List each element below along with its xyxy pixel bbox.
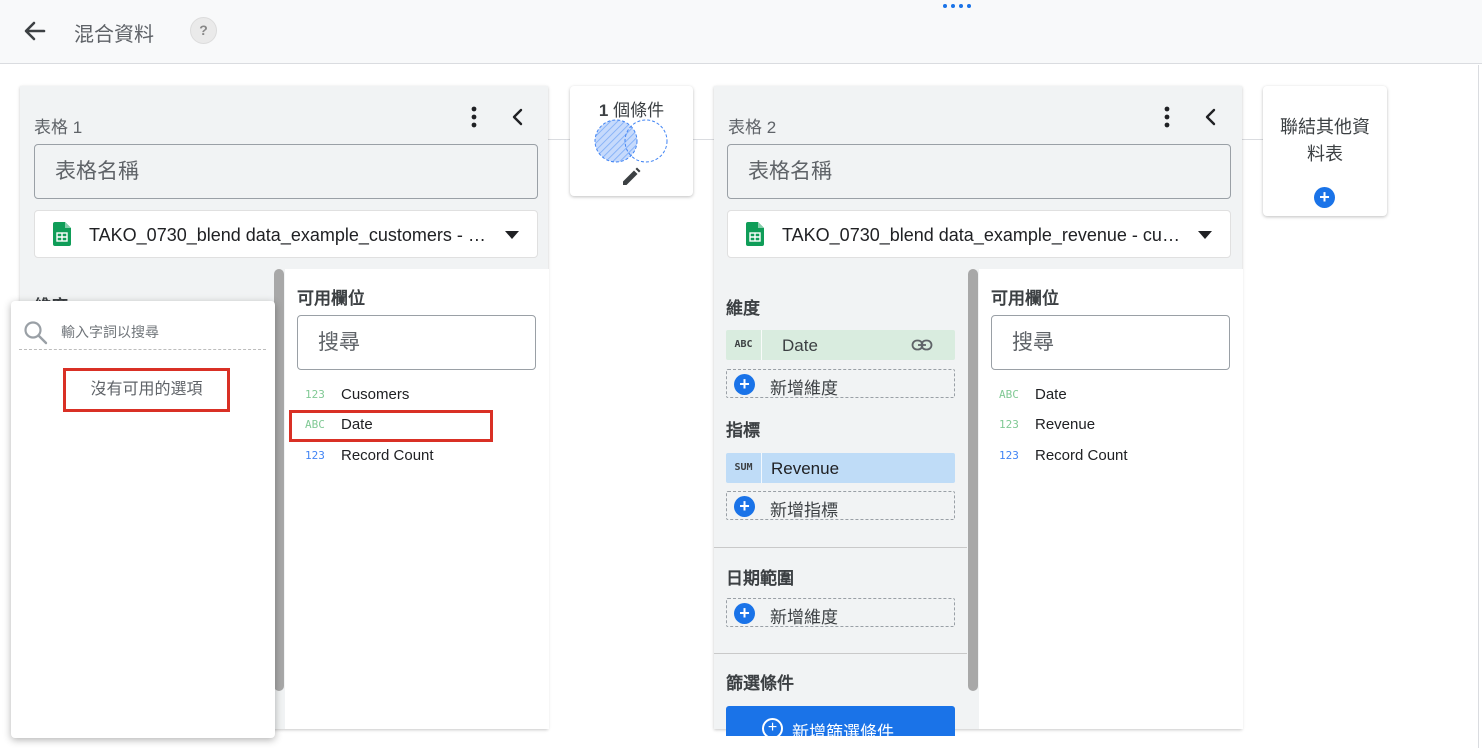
- more-vert-icon[interactable]: [1157, 104, 1177, 130]
- collapse-chevron-icon[interactable]: [508, 104, 528, 130]
- add-metric-button[interactable]: + 新增指標: [726, 491, 955, 520]
- text-type-icon: ABC: [999, 388, 1019, 401]
- help-icon[interactable]: ?: [190, 17, 217, 44]
- google-sheets-icon: [746, 222, 764, 246]
- join-condition-card[interactable]: 1 個條件: [570, 86, 693, 196]
- more-vert-icon[interactable]: [464, 104, 484, 130]
- table-2-panel: 表格 2 TAKO_0730_blend data_example_revenu…: [714, 86, 1243, 736]
- field-item-record-count[interactable]: 123 Record Count: [297, 442, 537, 470]
- number-type-icon: 123: [999, 449, 1019, 462]
- filters-title: 篩選條件: [726, 674, 794, 693]
- link-icon: [911, 337, 933, 353]
- table-1-label: 表格 1: [34, 118, 83, 137]
- connector-line: [1242, 139, 1263, 140]
- add-circle-outline-icon: +: [762, 718, 783, 736]
- add-circle-icon: +: [734, 496, 755, 517]
- number-type-icon: 123: [305, 449, 325, 462]
- scrollbar-thumb[interactable]: [968, 269, 978, 691]
- back-arrow-icon[interactable]: [20, 16, 50, 46]
- add-date-dimension-button[interactable]: + 新增維度: [726, 598, 955, 627]
- chip-label: Date: [782, 336, 818, 355]
- available-fields-title: 可用欄位: [991, 289, 1059, 308]
- canvas-border: [1478, 65, 1479, 748]
- field-name: Date: [1035, 386, 1067, 403]
- field-name: Cusomers: [341, 386, 410, 403]
- table-name-input[interactable]: [727, 144, 1231, 199]
- field-name: Revenue: [1035, 416, 1096, 433]
- field-item-revenue[interactable]: 123 Revenue: [991, 411, 1231, 439]
- data-source-name: TAKO_0730_blend data_example_revenue - c…: [782, 225, 1187, 245]
- text-type-icon: ABC: [305, 418, 325, 431]
- table-2-config-column: 維度 ABC Date + 新增維度 指標 SUM Revenue + 新增指標…: [714, 269, 967, 736]
- chip-label: Revenue: [771, 459, 840, 478]
- page-title: 混合資料: [74, 24, 154, 46]
- metric-chip-revenue[interactable]: SUM Revenue: [726, 453, 955, 483]
- connector-line: [693, 139, 714, 140]
- field-item-cusomers[interactable]: 123 Cusomers: [297, 381, 537, 409]
- table-2-available-fields: 可用欄位 ABC Date 123 Revenue 123 Record Cou…: [979, 269, 1243, 729]
- field-name: Record Count: [341, 447, 434, 464]
- join-another-table-label: 聯結其他資料表: [1280, 117, 1370, 164]
- collapse-chevron-icon[interactable]: [1201, 104, 1221, 130]
- field-item-date[interactable]: ABC Date: [297, 411, 537, 439]
- data-source-name: TAKO_0730_blend data_example_customers -…: [89, 225, 494, 245]
- table-2-label: 表格 2: [728, 118, 777, 137]
- search-icon: [23, 320, 49, 346]
- dropdown-arrow-icon: [505, 231, 519, 239]
- fields-search-input[interactable]: [991, 315, 1230, 370]
- add-date-dimension-label: 新增維度: [770, 608, 838, 627]
- sum-aggregation-icon: SUM: [726, 453, 762, 483]
- field-name: Date: [341, 416, 373, 433]
- connector-line: [548, 139, 570, 140]
- add-dimension-label: 新增維度: [770, 379, 838, 398]
- field-item-record-count[interactable]: 123 Record Count: [991, 442, 1231, 470]
- number-type-icon: 123: [305, 388, 325, 401]
- dimension-picker-dropdown: 沒有可用的選項: [11, 301, 275, 738]
- add-filter-button[interactable]: + 新增篩選條件: [726, 706, 955, 736]
- venn-diagram-icon: [592, 118, 670, 166]
- available-fields-title: 可用欄位: [297, 289, 365, 308]
- google-sheets-icon: [53, 222, 71, 246]
- join-another-table-card[interactable]: 聯結其他資料表 +: [1263, 86, 1387, 216]
- top-bar: 混合資料 ?: [0, 0, 1482, 64]
- table-name-input[interactable]: [34, 144, 538, 199]
- no-options-message: 沒有可用的選項: [63, 368, 230, 412]
- add-circle-icon: +: [734, 603, 755, 624]
- drag-handle-icon[interactable]: [943, 0, 975, 10]
- add-metric-label: 新增指標: [770, 501, 838, 520]
- scrollbar[interactable]: [967, 269, 979, 729]
- fields-search-input[interactable]: [297, 315, 536, 370]
- field-item-date[interactable]: ABC Date: [991, 381, 1231, 409]
- edit-pencil-icon[interactable]: [620, 166, 642, 188]
- metrics-title: 指標: [726, 421, 760, 440]
- section-divider: [714, 653, 967, 654]
- number-type-icon: 123: [999, 418, 1019, 431]
- add-circle-icon: +: [1314, 187, 1335, 208]
- dropdown-arrow-icon: [1198, 231, 1212, 239]
- section-divider: [714, 547, 967, 548]
- add-dimension-button[interactable]: + 新增維度: [726, 369, 955, 398]
- dimensions-title: 維度: [726, 299, 760, 318]
- search-underline: [19, 349, 266, 350]
- scrollbar-thumb[interactable]: [274, 269, 284, 691]
- table-1-available-fields: 可用欄位 123 Cusomers ABC Date 123 Record Co…: [285, 269, 549, 729]
- text-type-icon: ABC: [726, 330, 762, 360]
- date-range-title: 日期範圍: [726, 569, 794, 588]
- data-source-select[interactable]: TAKO_0730_blend data_example_revenue - c…: [727, 210, 1231, 258]
- data-source-select[interactable]: TAKO_0730_blend data_example_customers -…: [34, 210, 538, 258]
- add-filter-label: 新增篩選條件: [792, 723, 894, 736]
- field-name: Record Count: [1035, 447, 1128, 464]
- add-circle-icon: +: [734, 374, 755, 395]
- dimension-chip-date[interactable]: ABC Date: [726, 330, 955, 360]
- dimension-search-input[interactable]: [61, 319, 261, 345]
